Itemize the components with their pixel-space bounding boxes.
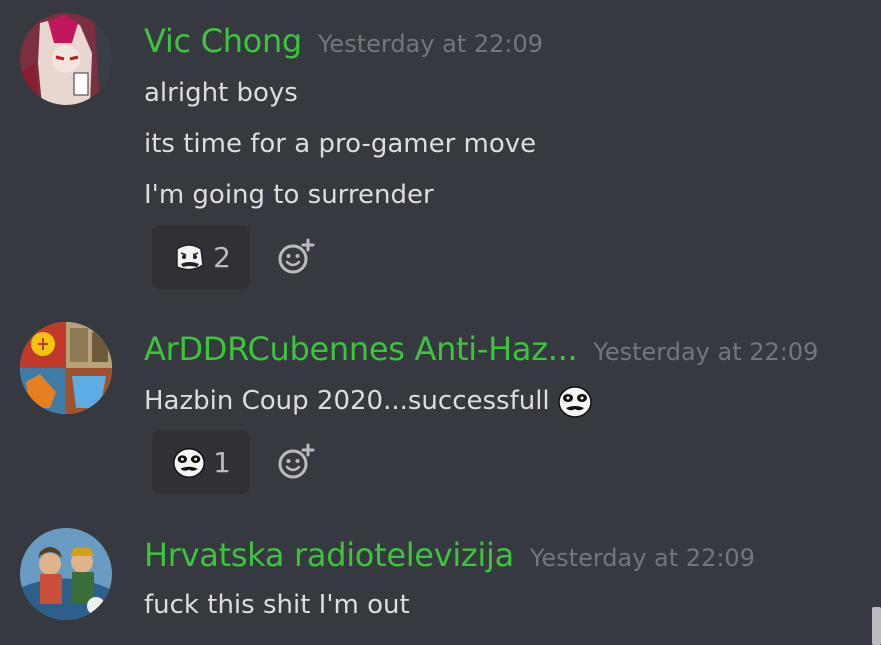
chat-message-list: Vic Chong Yesterday at 22:09 alright boy… (0, 0, 881, 645)
message-text: I'm going to surrender (144, 180, 434, 210)
reaction-button[interactable]: 2 (152, 225, 250, 289)
me-gusta-face-emoji-icon (556, 382, 594, 420)
painted-figures-avatar-icon (20, 528, 112, 620)
username[interactable]: Vic Chong (144, 22, 302, 60)
message-timestamp: Yesterday at 22:09 (317, 30, 543, 58)
message-text-content: Hazbin Coup 2020...successfull (144, 386, 550, 416)
message-text: fuck this shit I'm out (144, 590, 410, 620)
reaction-count: 2 (213, 240, 231, 274)
message-group: Hrvatska radiotelevizija Yesterday at 22… (0, 510, 881, 645)
message-text: Hazbin Coup 2020...successfull (144, 382, 594, 420)
message-text: its time for a pro-gamer move (144, 129, 537, 159)
message-timestamp: Yesterday at 22:09 (593, 338, 819, 366)
propaganda-poster-avatar-icon (20, 322, 112, 414)
add-reaction-icon[interactable] (276, 442, 316, 482)
message-timestamp: Yesterday at 22:09 (529, 544, 755, 572)
user-avatar[interactable] (20, 528, 112, 620)
username[interactable]: ArDDRCubennes Anti-Haz... (144, 330, 578, 368)
message-group: ArDDRCubennes Anti-Haz... Yesterday at 2… (0, 300, 881, 510)
anime-character-avatar-icon (20, 13, 112, 105)
me-gusta-face-emoji-icon (171, 444, 207, 480)
message-text: alright boys (144, 78, 298, 108)
username[interactable]: Hrvatska radiotelevizija (144, 536, 514, 574)
scrollbar-thumb[interactable] (872, 607, 881, 645)
reaction-count: 1 (213, 445, 231, 479)
user-avatar[interactable] (20, 322, 112, 414)
add-reaction-icon[interactable] (276, 237, 316, 277)
rage-face-emoji-icon (171, 239, 207, 275)
reaction-button[interactable]: 1 (152, 430, 250, 494)
message-group: Vic Chong Yesterday at 22:09 alright boy… (0, 0, 881, 300)
user-avatar[interactable] (20, 13, 112, 105)
